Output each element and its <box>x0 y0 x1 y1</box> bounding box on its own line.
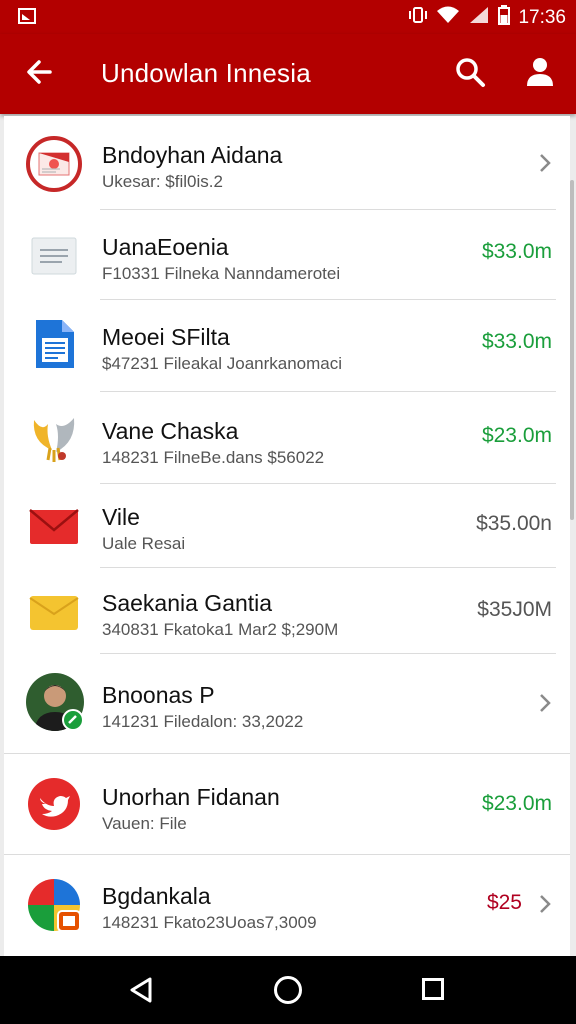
item-name: Vane Chaska <box>102 418 239 444</box>
item-subtitle: F10331 Filneka Nanndamerotei <box>102 264 341 283</box>
account-icon[interactable] <box>520 54 560 90</box>
avatar <box>26 672 86 732</box>
list-item[interactable]: Unorhan Fidanan Vauen: File $23.0m <box>4 754 570 854</box>
document-icon <box>26 228 82 284</box>
item-subtitle: Uale Resai <box>102 534 186 553</box>
item-amount: $33.0m <box>481 240 552 263</box>
item-subtitle: 340831 Fkatoka1 Mar2 $;290M <box>102 620 339 639</box>
list-item[interactable]: Vane Chaska 148231 FilneBe.dans $56022 $… <box>4 392 570 484</box>
chevron-right-icon <box>538 893 552 915</box>
status-time: 17:36 <box>518 7 566 28</box>
mail-icon <box>26 498 82 554</box>
item-amount: $35.00n <box>476 512 552 535</box>
item-subtitle: Ukesar: $fil0is.2 <box>102 172 223 191</box>
list-item[interactable]: Meoei SFilta $47231 Fileakal Joanrkanoma… <box>4 300 570 392</box>
list-item[interactable]: Bnoonas P 141231 Filedalon: 33,2022 <box>4 654 570 754</box>
wifi-icon <box>436 5 460 31</box>
item-name: Saekania Gantia <box>102 590 273 616</box>
item-name: Unorhan Fidanan <box>102 784 280 810</box>
item-name: Vile <box>102 504 140 530</box>
item-subtitle: 148231 FilneBe.dans $56022 <box>102 448 325 467</box>
chevron-right-icon <box>538 152 552 174</box>
item-name: Bnoonas P <box>102 682 215 708</box>
nav-back-icon[interactable] <box>128 976 156 1004</box>
gift-card-icon <box>26 136 82 192</box>
battery-icon <box>498 5 511 31</box>
list-item[interactable]: Saekania Gantia 340831 Fkatoka1 Mar2 $;2… <box>4 568 570 654</box>
status-bar: 17:36 <box>0 0 576 34</box>
item-amount: $33.0m <box>481 330 552 353</box>
nav-recents-icon[interactable] <box>422 978 444 1000</box>
wings-icon <box>26 412 82 468</box>
app-toolbar: Undowlan Innesia <box>0 34 576 114</box>
item-name: Meoei SFilta <box>102 324 230 350</box>
chevron-right-icon <box>538 692 552 714</box>
twitter-icon <box>26 776 82 832</box>
vibrate-icon <box>408 5 428 31</box>
folder-mail-icon <box>26 584 82 640</box>
list-item[interactable]: Bndoyhan Aidana Ukesar: $fil0is.2 <box>4 116 570 210</box>
page-title: Undowlan Innesia <box>101 58 311 88</box>
list-item[interactable]: Vile Uale Resai $35.00n <box>4 484 570 568</box>
google-docs-icon <box>26 316 82 372</box>
photos-app-icon <box>26 877 82 933</box>
item-subtitle: $47231 Fileakal Joanrkanomaci <box>102 354 343 373</box>
item-amount: $23.0m <box>481 792 552 815</box>
item-subtitle: 148231 Fkato23Uoas7,3009 <box>102 913 317 932</box>
list-item[interactable]: Bgdankala 148231 Fkato23Uoas7,3009 $25 <box>4 855 570 955</box>
back-arrow-icon[interactable] <box>22 54 58 90</box>
item-name: Bgdankala <box>102 883 211 909</box>
nav-home-icon[interactable] <box>274 976 302 1004</box>
item-subtitle: 141231 Filedalon: 33,2022 <box>102 712 304 731</box>
item-subtitle: Vauen: File <box>102 814 187 833</box>
search-icon[interactable] <box>452 54 488 90</box>
system-nav-bar <box>0 956 576 1024</box>
item-list: Bndoyhan Aidana Ukesar: $fil0is.2 UanaEo… <box>4 116 570 956</box>
item-amount: $25 <box>486 891 522 914</box>
list-item[interactable]: UanaEoenia F10331 Filneka Nanndamerotei … <box>4 210 570 300</box>
item-name: Bndoyhan Aidana <box>102 142 283 168</box>
image-icon <box>18 8 36 24</box>
item-amount: $23.0m <box>481 424 552 447</box>
scrollbar[interactable] <box>570 180 574 520</box>
item-amount: $35J0M <box>477 598 552 621</box>
item-name: UanaEoenia <box>102 234 229 260</box>
signal-icon <box>468 5 490 31</box>
